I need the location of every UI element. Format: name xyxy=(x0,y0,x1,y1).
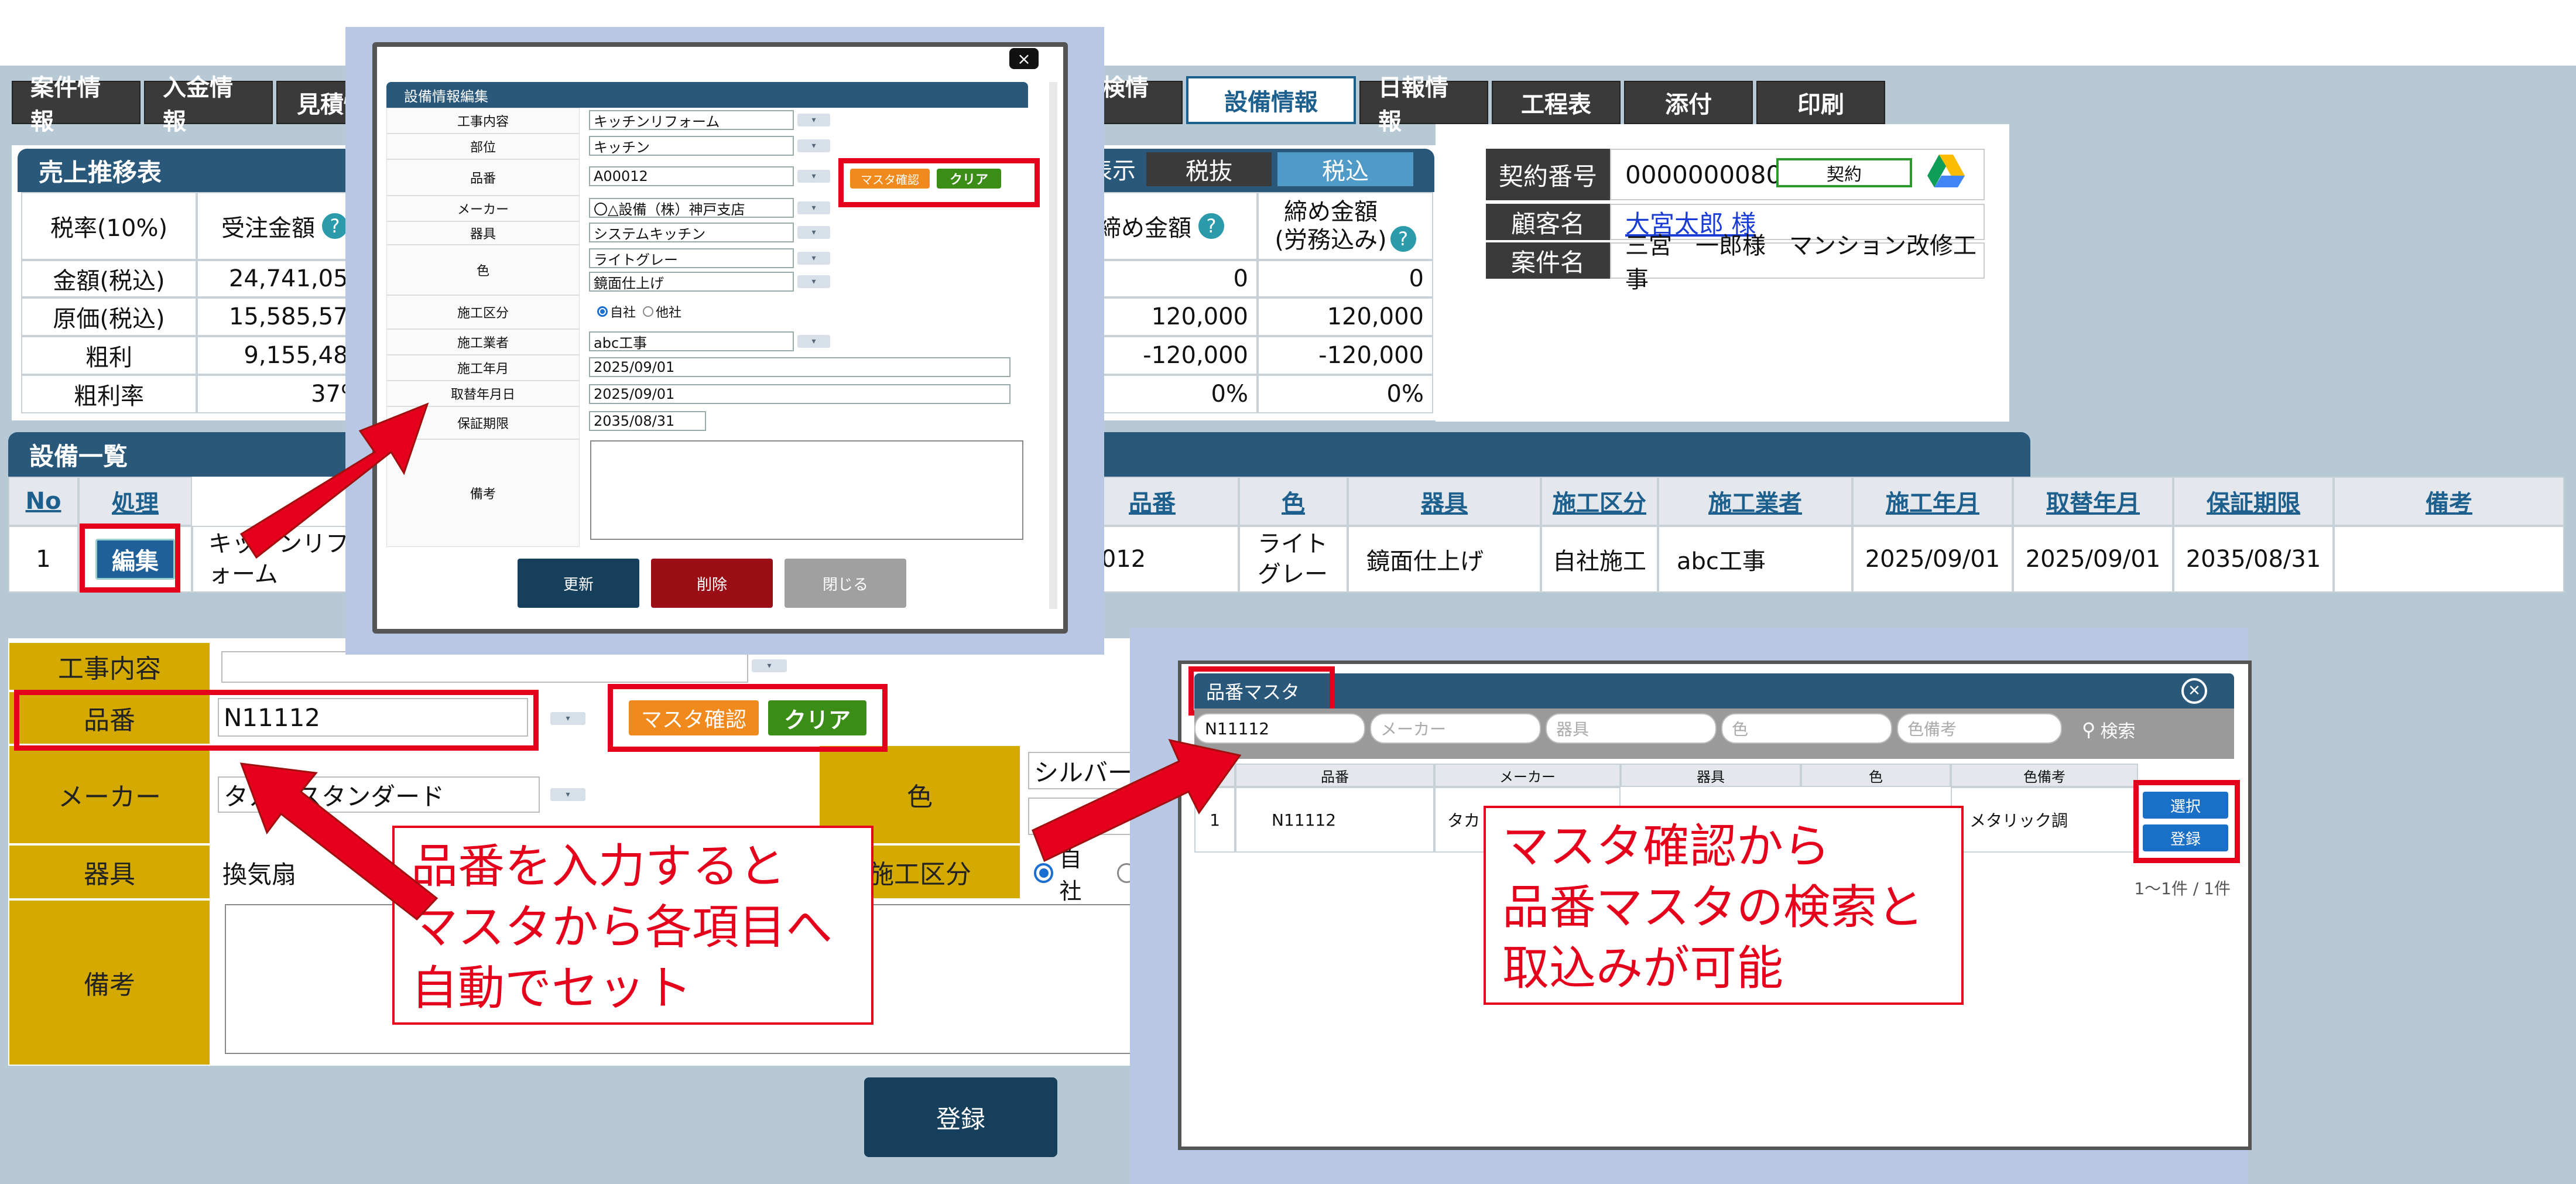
arrow-to-part-no xyxy=(239,762,439,921)
arrow-to-dialog xyxy=(239,402,429,559)
annotation-arrows xyxy=(239,402,1242,921)
arrow-to-master xyxy=(1032,738,1242,863)
